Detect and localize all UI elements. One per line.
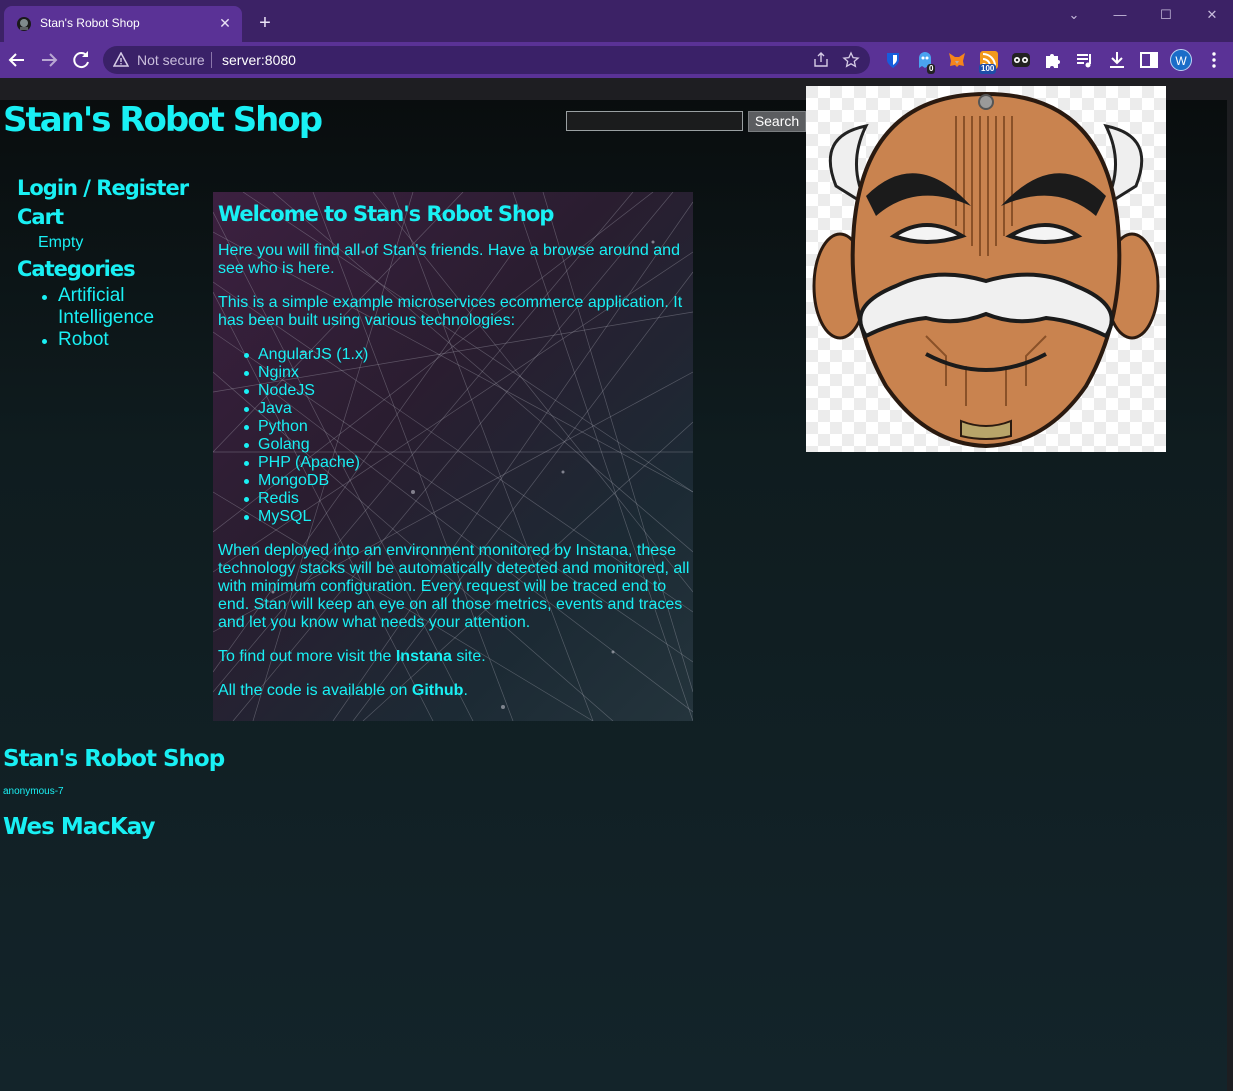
technology-item: MongoDB bbox=[242, 472, 368, 490]
window-close-button[interactable]: ✕ bbox=[1199, 4, 1225, 26]
browser-toolbar: Not secure server:8080 0 100 W bbox=[0, 42, 1233, 78]
page-scrollbar[interactable] bbox=[1227, 100, 1233, 1091]
maximize-button[interactable]: ☐ bbox=[1153, 4, 1179, 26]
security-label[interactable]: Not secure bbox=[137, 52, 205, 68]
login-register-link[interactable]: Login / Register bbox=[17, 176, 189, 200]
technology-item: Java bbox=[242, 400, 368, 418]
address-bar[interactable]: Not secure server:8080 bbox=[103, 46, 870, 74]
robot-favicon-icon bbox=[17, 17, 31, 31]
media-queue-icon[interactable] bbox=[1075, 50, 1095, 70]
more-suffix-text: site. bbox=[451, 648, 486, 665]
welcome-title: Welcome to Stan's Robot Shop bbox=[218, 202, 554, 226]
page-viewport: Stan's Robot Shop Search Login / Registe… bbox=[0, 86, 1227, 1091]
welcome-panel: Welcome to Stan's Robot Shop Here you wi… bbox=[213, 192, 693, 721]
technology-item: AngularJS (1.x) bbox=[242, 346, 368, 364]
technology-item: MySQL bbox=[242, 508, 368, 526]
side-panel-icon[interactable] bbox=[1139, 50, 1159, 70]
url-text[interactable]: server:8080 bbox=[222, 52, 296, 68]
extensions-puzzle-icon[interactable] bbox=[1043, 50, 1063, 70]
technology-item: Nginx bbox=[242, 364, 368, 382]
metamask-fox-icon[interactable] bbox=[947, 50, 967, 70]
new-tab-button[interactable]: + bbox=[254, 12, 276, 34]
ghostery-badge: 0 bbox=[927, 64, 936, 74]
categories-heading: Categories bbox=[17, 257, 136, 281]
technology-list: AngularJS (1.x) Nginx NodeJS Java Python… bbox=[242, 346, 368, 526]
technology-item: Redis bbox=[242, 490, 368, 508]
category-link-robot[interactable]: Robot bbox=[40, 329, 190, 351]
welcome-monitoring-text: When deployed into an environment monito… bbox=[218, 542, 690, 631]
more-menu-icon[interactable] bbox=[1204, 50, 1224, 70]
site-title[interactable]: Stan's Robot Shop bbox=[3, 100, 323, 140]
category-list: Artificial Intelligence Robot bbox=[40, 285, 190, 351]
footer-author: Wes MacKay bbox=[3, 814, 156, 840]
welcome-code-info: All the code is available on Github. bbox=[218, 682, 690, 700]
tampermonkey-eyes-icon[interactable] bbox=[1011, 50, 1031, 70]
technology-item: NodeJS bbox=[242, 382, 368, 400]
browser-tabstrip: Stan's Robot Shop ✕ + ⌄ — ☐ ✕ bbox=[0, 0, 1233, 42]
footer-user-id: anonymous-7 bbox=[3, 786, 64, 797]
search-input[interactable] bbox=[566, 111, 743, 131]
footer-title: Stan's Robot Shop bbox=[3, 746, 225, 772]
instana-link[interactable]: Instana bbox=[396, 648, 452, 665]
welcome-more-info: To find out more visit the Instana site. bbox=[218, 648, 690, 666]
tab-title: Stan's Robot Shop bbox=[40, 16, 140, 30]
search-button[interactable]: Search bbox=[748, 111, 806, 132]
warning-icon[interactable] bbox=[113, 52, 129, 68]
technology-item: Python bbox=[242, 418, 368, 436]
code-suffix-text: . bbox=[463, 682, 468, 699]
rss-badge: 100 bbox=[979, 64, 997, 74]
category-link-artificial-intelligence[interactable]: Artificial Intelligence bbox=[40, 285, 190, 329]
github-link[interactable]: Github bbox=[412, 682, 464, 699]
download-icon[interactable] bbox=[1107, 50, 1127, 70]
tab-close-icon[interactable]: ✕ bbox=[216, 14, 234, 32]
bitwarden-shield-icon[interactable] bbox=[883, 50, 903, 70]
forward-arrow-icon[interactable] bbox=[37, 48, 61, 72]
share-icon[interactable] bbox=[812, 51, 830, 69]
stan-mask-image bbox=[806, 86, 1166, 452]
minimize-button[interactable]: — bbox=[1107, 4, 1133, 26]
technology-item: Golang bbox=[242, 436, 368, 454]
profile-avatar[interactable]: W bbox=[1170, 49, 1192, 71]
code-prefix-text: All the code is available on bbox=[218, 682, 412, 699]
back-arrow-icon[interactable] bbox=[5, 48, 29, 72]
technology-item: PHP (Apache) bbox=[242, 454, 368, 472]
reload-icon[interactable] bbox=[69, 48, 93, 72]
cart-link[interactable]: Cart bbox=[17, 205, 64, 229]
tab-search-icon[interactable]: ⌄ bbox=[1061, 4, 1087, 26]
omnibox-divider bbox=[211, 52, 212, 68]
welcome-tech-intro-text: This is a simple example microservices e… bbox=[218, 294, 683, 329]
bookmark-star-icon[interactable] bbox=[842, 51, 860, 69]
more-prefix-text: To find out more visit the bbox=[218, 648, 396, 665]
cart-status: Empty bbox=[38, 234, 84, 251]
browser-tab[interactable]: Stan's Robot Shop ✕ bbox=[4, 6, 242, 42]
welcome-intro-text: Here you will find all of Stan's friends… bbox=[218, 242, 680, 277]
